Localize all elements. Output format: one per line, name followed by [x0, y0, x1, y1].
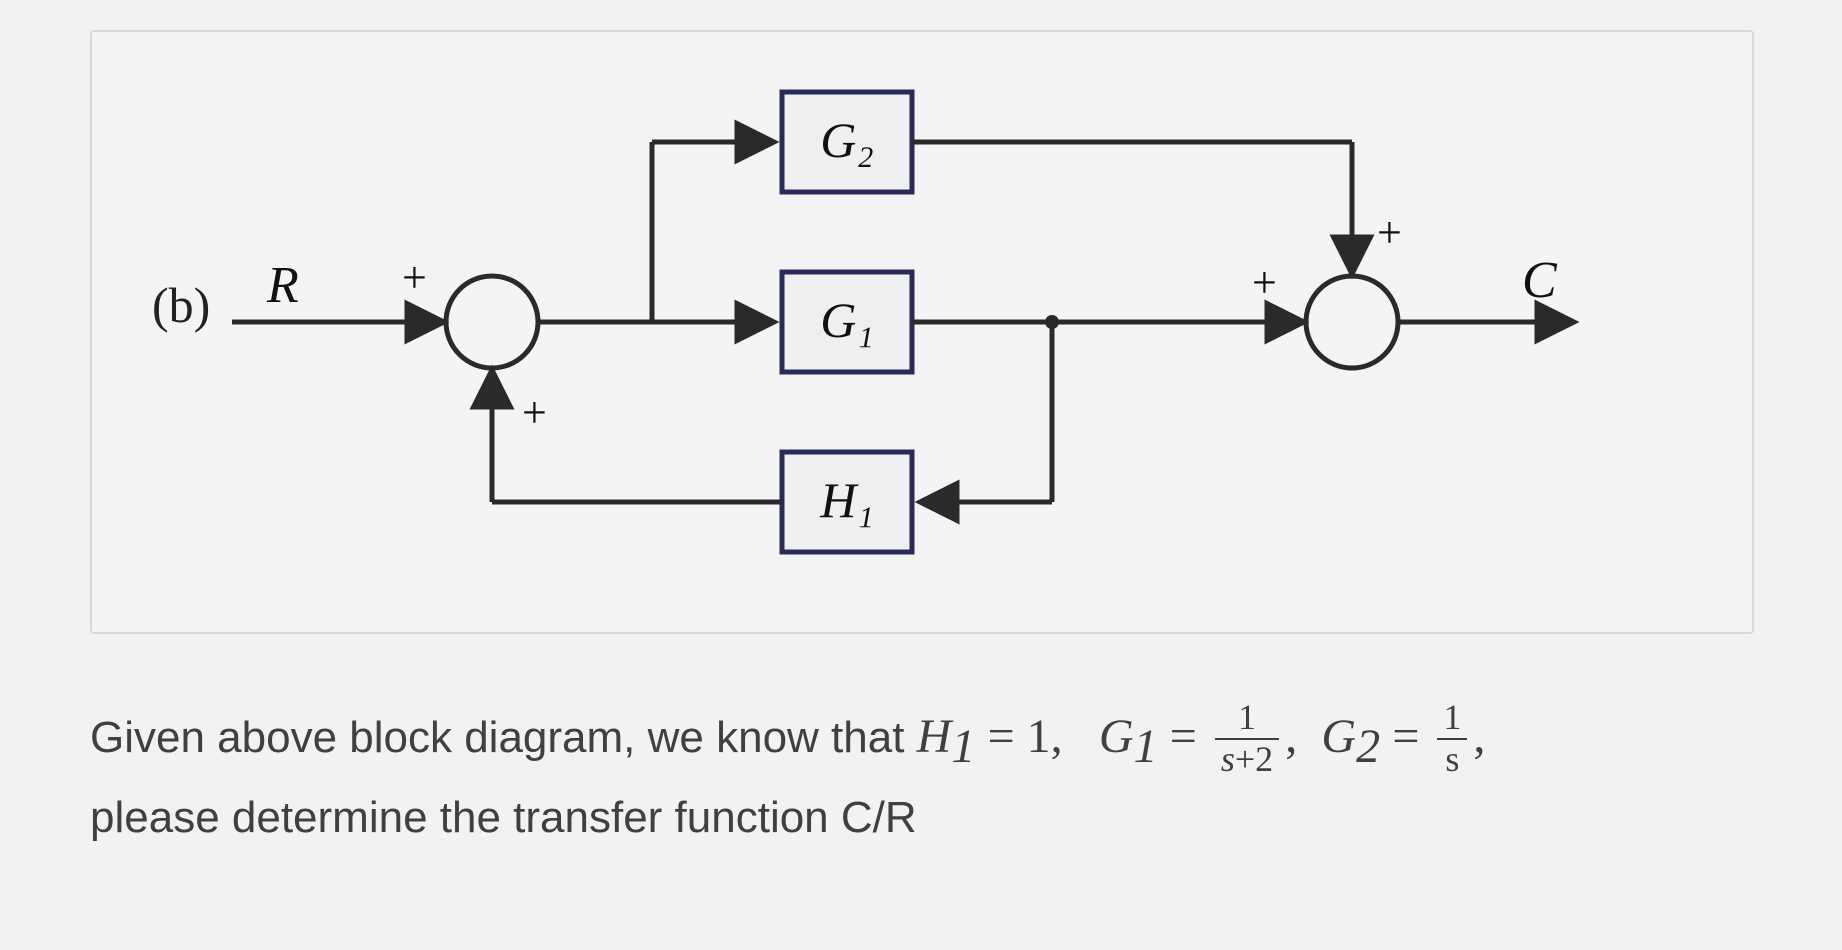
question-text: Given above block diagram, we know that …: [90, 700, 1750, 853]
block-h1-label: H₁: [819, 472, 874, 528]
g2-num: 1: [1437, 698, 1467, 738]
g2-sub: 2: [1356, 720, 1380, 773]
output-label: C: [1522, 252, 1558, 309]
summing-junction-2: [1306, 276, 1398, 368]
block-diagram-svg: (b) R + + G₂ G₁: [92, 32, 1752, 632]
sum2-plus-left: +: [1252, 258, 1277, 307]
h1-sub: 1: [951, 720, 975, 773]
block-g2-label: G₂: [820, 112, 874, 168]
g2-var: G: [1321, 710, 1356, 763]
sum1-plus-top: +: [402, 253, 427, 302]
g1-sub: 1: [1134, 720, 1158, 773]
g1-den: s+2: [1215, 738, 1279, 780]
g1-var: G: [1099, 710, 1134, 763]
eq2: =: [1170, 710, 1209, 763]
input-label: R: [266, 257, 299, 314]
page: (b) R + + G₂ G₁: [0, 0, 1842, 950]
summing-junction-1: [446, 276, 538, 368]
h1-var: H: [917, 710, 952, 763]
question-line2: please determine the transfer function C…: [90, 793, 917, 842]
h1-val: 1: [1027, 710, 1051, 763]
block-diagram-card: (b) R + + G₂ G₁: [90, 30, 1754, 634]
g1-fraction: 1 s+2: [1215, 698, 1279, 779]
question-prefix: Given above block diagram, we know that: [90, 713, 917, 762]
g2-fraction: 1 s: [1437, 698, 1467, 779]
eq1: =: [988, 710, 1027, 763]
g1-num: 1: [1215, 698, 1279, 738]
g2-den: s: [1437, 738, 1467, 780]
sum1-plus-bottom: +: [522, 388, 547, 437]
sum2-plus-top: +: [1377, 208, 1402, 257]
block-g1-label: G₁: [820, 292, 874, 348]
part-label: (b): [152, 277, 210, 333]
eq3: =: [1392, 710, 1431, 763]
